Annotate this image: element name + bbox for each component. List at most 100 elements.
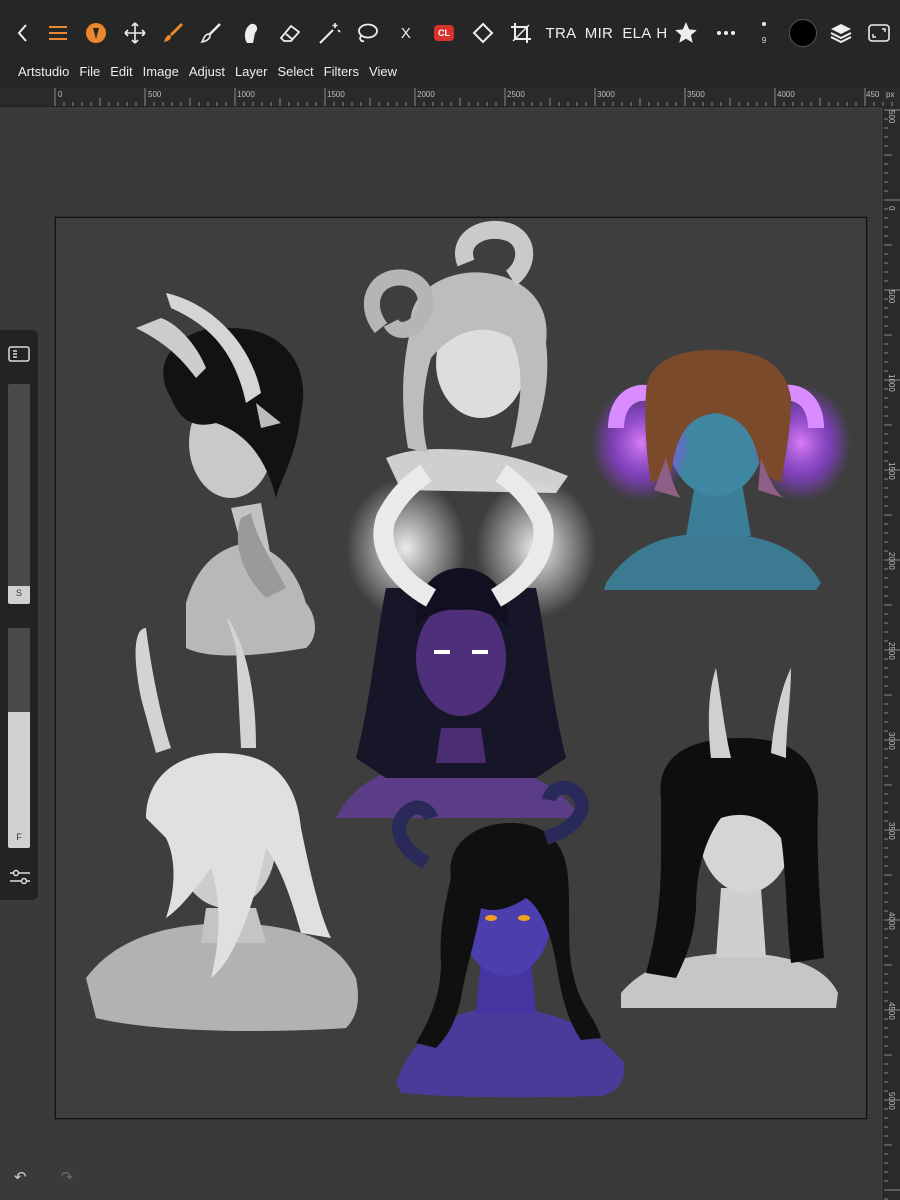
- frame-icon: [868, 24, 890, 42]
- character-black-hair-right: [621, 668, 838, 1008]
- panel-icon: [8, 346, 30, 362]
- ruler-label: 3500: [887, 822, 896, 840]
- star-icon: [675, 22, 697, 43]
- ruler-label: 4000: [777, 90, 795, 99]
- diamond-icon: [472, 22, 494, 44]
- brush-dot-icon: [762, 21, 766, 26]
- menu-select[interactable]: Select: [272, 60, 318, 84]
- ruler-label: 500: [887, 290, 896, 304]
- lasso-tool-button[interactable]: [352, 10, 382, 56]
- ellipsis-icon: [717, 31, 735, 35]
- paintbrush-icon: [164, 22, 184, 42]
- history-controls: ↶ ↷: [14, 1168, 73, 1186]
- back-button[interactable]: [8, 10, 38, 56]
- panel-toggle-button[interactable]: [8, 346, 30, 362]
- brush-size-value: 9: [761, 35, 767, 45]
- more-button[interactable]: [712, 10, 740, 56]
- menu-image[interactable]: Image: [138, 60, 184, 84]
- cl-tool-button[interactable]: CL: [430, 10, 458, 56]
- h-tool-button[interactable]: H: [656, 10, 668, 56]
- move-tool-button[interactable]: [120, 10, 150, 56]
- smudge-icon: [200, 23, 221, 44]
- brush-side-panel: S F: [0, 330, 38, 900]
- brush-flow-slider[interactable]: F: [8, 628, 30, 848]
- cl-badge: CL: [434, 25, 454, 41]
- brush-settings-button[interactable]: [9, 868, 31, 886]
- brush-mode-button[interactable]: [82, 10, 110, 56]
- menu-edit[interactable]: Edit: [105, 60, 137, 84]
- transform-tool-button[interactable]: [468, 10, 498, 56]
- undo-button[interactable]: ↶: [14, 1168, 27, 1186]
- menu-adjust[interactable]: Adjust: [184, 60, 230, 84]
- ruler-label: 0: [58, 90, 63, 99]
- ruler-label: 1000: [237, 90, 255, 99]
- ruler-label: 3000: [597, 90, 615, 99]
- character-ram-horns-sketch: [363, 220, 568, 493]
- brush-tip-icon: [86, 23, 106, 43]
- tool-row: X CL TRA MIR ELA H 9: [0, 10, 900, 56]
- redo-button[interactable]: ↷: [61, 1168, 74, 1186]
- sliders-icon: [10, 869, 30, 885]
- ruler-label: 2500: [507, 90, 525, 99]
- ruler-label: 500: [148, 90, 162, 99]
- brush-tool-button[interactable]: [158, 10, 188, 56]
- color-picker-button[interactable]: [786, 10, 820, 56]
- artwork-canvas[interactable]: [55, 217, 867, 1119]
- ruler-label: 1500: [327, 90, 345, 99]
- ruler-label: 4500: [887, 1002, 896, 1020]
- ruler-label: 1500: [887, 462, 896, 480]
- hamburger-icon: [49, 26, 67, 40]
- ruler-label: 4000: [887, 912, 896, 930]
- ruler-label: 450: [866, 90, 880, 99]
- lasso-icon: [358, 23, 378, 43]
- canvas-view-button[interactable]: [864, 10, 894, 56]
- tra-tool-button[interactable]: TRA: [544, 10, 578, 56]
- vertical-ruler: 500 0 500 1000 1500 2000 2500 3000 3500 …: [883, 106, 900, 1200]
- eraser-tool-button[interactable]: [274, 10, 306, 56]
- magic-wand-button[interactable]: [314, 10, 344, 56]
- top-toolbar: X CL TRA MIR ELA H 9 Artstudio File Edit…: [0, 0, 900, 88]
- brush-size-label: S: [15, 588, 22, 598]
- menu-button[interactable]: [44, 10, 72, 56]
- current-color-swatch: [789, 19, 817, 47]
- magic-wand-icon: [319, 23, 341, 44]
- brush-flow-fill: [8, 711, 30, 848]
- ruler-label: 5000: [887, 1092, 896, 1110]
- ruler-label: 500: [887, 110, 896, 124]
- layers-button[interactable]: [826, 10, 856, 56]
- ruler-label: 1000: [887, 374, 896, 392]
- horizontal-ruler: 0 500 1000 1500 2000 2500 3000 3500 4000…: [0, 88, 900, 107]
- menu-artstudio[interactable]: Artstudio: [0, 60, 74, 84]
- character-dark-hair-horns: [136, 293, 315, 656]
- blend-icon: [244, 23, 258, 43]
- ruler-ticks-horizontal: [54, 88, 893, 106]
- menu-bar: Artstudio File Edit Image Adjust Layer S…: [0, 60, 402, 84]
- menu-filters[interactable]: Filters: [319, 60, 364, 84]
- ruler-label: 3000: [887, 732, 896, 750]
- ela-tool-button[interactable]: ELA: [622, 10, 652, 56]
- ruler-label: 2000: [887, 552, 896, 570]
- menu-view[interactable]: View: [364, 60, 402, 84]
- brush-flow-label: F: [16, 832, 22, 842]
- brush-size-button[interactable]: 9: [752, 10, 776, 56]
- character-purple-white-horns: [336, 464, 596, 818]
- x-tool-button[interactable]: X: [394, 10, 418, 56]
- layers-icon: [830, 24, 852, 44]
- favorites-button[interactable]: [670, 10, 702, 56]
- chevron-left-icon: [17, 24, 27, 42]
- mir-tool-button[interactable]: MIR: [584, 10, 614, 56]
- ruler-label: 2500: [887, 642, 896, 660]
- brush-size-slider[interactable]: S: [8, 384, 30, 604]
- character-white-hair-tall-horns: [86, 618, 358, 1031]
- ruler-label: 0: [887, 206, 896, 211]
- eraser-icon: [279, 24, 301, 42]
- crop-tool-button[interactable]: [506, 10, 536, 56]
- smudge-tool-button[interactable]: [196, 10, 226, 56]
- ruler-label: 3500: [687, 90, 705, 99]
- menu-file[interactable]: File: [74, 60, 105, 84]
- move-icon: [124, 22, 146, 44]
- menu-layer[interactable]: Layer: [230, 60, 273, 84]
- character-indigo-dark-horns: [392, 780, 625, 1098]
- blend-tool-button[interactable]: [236, 10, 266, 56]
- ruler-unit: px: [886, 90, 895, 99]
